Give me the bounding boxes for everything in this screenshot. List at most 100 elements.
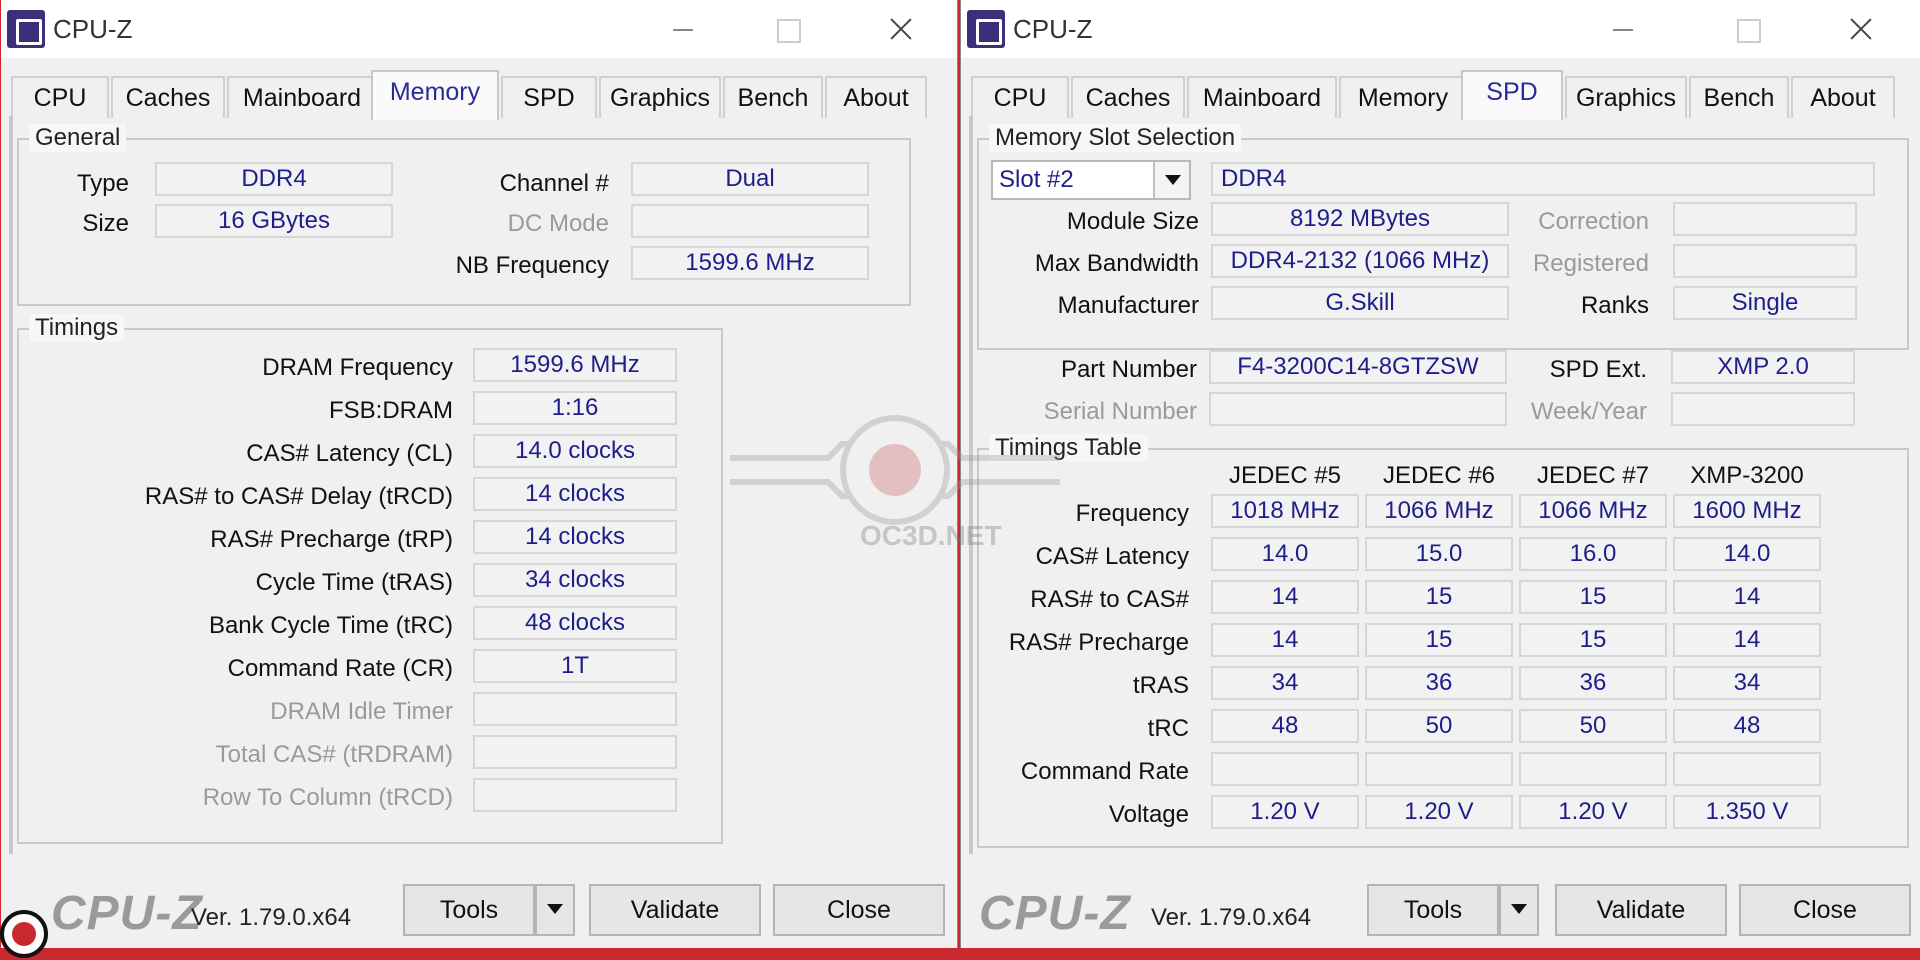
window-title: CPU-Z [53,14,133,44]
group-title-general: General [29,124,127,152]
validate-button[interactable]: Validate [1555,884,1727,936]
timings-cell: 1066 MHz [1519,494,1667,528]
maximize-icon[interactable] [1727,10,1767,48]
tab-caches[interactable]: Caches [1071,76,1185,118]
timing-label: DRAM Frequency [262,354,453,381]
timings-cell: 48 [1211,709,1359,743]
close-icon[interactable] [1841,10,1881,48]
timings-row-label: Voltage [1108,801,1189,828]
site-logo-icon [0,910,48,958]
timings-row-label: tRAS [1132,672,1189,699]
column-header: JEDEC #6 [1382,462,1496,489]
timings-cell: 14 [1673,580,1821,614]
tools-dropdown-icon[interactable] [1499,884,1539,936]
spd-ext-label: SPD Ext. [1549,356,1647,383]
tab-graphics[interactable]: Graphics [599,76,721,118]
timings-row-label: tRC [1147,715,1189,742]
timing-value: 34 clocks [473,563,677,597]
close-button[interactable]: Close [773,884,945,936]
timings-table-group: Timings Table JEDEC #5 JEDEC #6 JEDEC #7… [977,434,1909,848]
timings-cell [1365,752,1513,786]
minimize-icon[interactable] [663,10,703,48]
timing-value [473,692,677,726]
tab-mainboard[interactable]: Mainboard [227,76,377,118]
timing-value: 14.0 clocks [473,434,677,468]
tools-button[interactable]: Tools [1367,884,1499,936]
serial-number-label: Serial Number [1043,398,1197,425]
timings-cell: 48 [1673,709,1821,743]
tools-button[interactable]: Tools [403,884,535,936]
timing-label: CAS# Latency (CL) [246,440,453,467]
timing-value: 48 clocks [473,606,677,640]
tab-cpu[interactable]: CPU [971,76,1069,118]
timings-row-label: RAS# Precharge [1008,629,1189,656]
tab-spd[interactable]: SPD [501,76,597,118]
tab-about[interactable]: About [1791,76,1895,118]
tab-spd[interactable]: SPD [1461,70,1563,120]
part-number-value: F4-3200C14-8GTZSW [1209,350,1507,384]
validate-button[interactable]: Validate [589,884,761,936]
tab-cpu[interactable]: CPU [11,76,109,118]
spd-ext-value: XMP 2.0 [1671,350,1855,384]
close-button[interactable]: Close [1739,884,1911,936]
column-header: JEDEC #5 [1228,462,1342,489]
slot-selection-group: Memory Slot Selection Slot #2 DDR4 Modul… [977,124,1909,350]
nbfreq-value: 1599.6 MHz [631,246,869,280]
cpuz-window-spd: CPU-Z CPU Caches Mainboard Memory SPD Gr… [960,0,1920,948]
registered-label: Registered [1532,250,1649,277]
timings-cell: 15 [1519,623,1667,657]
timing-label: RAS# Precharge (tRP) [210,526,453,553]
timings-cell [1519,752,1667,786]
tab-memory[interactable]: Memory [1339,76,1467,118]
size-value: 16 GBytes [155,204,393,238]
timings-cell [1673,752,1821,786]
spd-panel: Memory Slot Selection Slot #2 DDR4 Modul… [969,116,1909,854]
title-bar[interactable]: CPU-Z [961,0,1920,58]
group-title-slot-selection: Memory Slot Selection [989,124,1242,152]
part-number-label: Part Number [1060,356,1197,383]
version-text: Ver. 1.79.0.x64 [191,904,352,931]
channel-value: Dual [631,162,869,196]
chevron-down-icon[interactable] [1153,162,1189,198]
memory-type-value: DDR4 [1211,162,1875,196]
timings-cell: 1.20 V [1365,795,1513,829]
ranks-value: Single [1673,286,1857,320]
timings-group: Timings DRAM Frequency 1599.6 MHz FSB:DR… [17,314,723,844]
timings-cell: 36 [1519,666,1667,700]
close-icon[interactable] [881,10,921,48]
slot-select-value: Slot #2 [999,166,1074,193]
timing-value: 1599.6 MHz [473,348,677,382]
timing-value: 1T [473,649,677,683]
slot-select[interactable]: Slot #2 [991,160,1191,200]
channel-label: Channel # [499,170,609,197]
module-size-value: 8192 MBytes [1211,202,1509,236]
type-label: Type [76,170,129,197]
tools-dropdown-icon[interactable] [535,884,575,936]
title-bar[interactable]: CPU-Z [1,0,957,58]
timings-cell: 1.350 V [1673,795,1821,829]
timings-cell: 15 [1365,580,1513,614]
max-bandwidth-value: DDR4-2132 (1066 MHz) [1211,244,1509,278]
tab-about[interactable]: About [825,76,927,118]
tab-graphics[interactable]: Graphics [1565,76,1687,118]
column-header: XMP-3200 [1690,462,1804,489]
tab-mainboard[interactable]: Mainboard [1187,76,1337,118]
tab-bench[interactable]: Bench [1689,76,1789,118]
timings-cell: 34 [1673,666,1821,700]
timings-cell: 34 [1211,666,1359,700]
timings-cell: 15 [1519,580,1667,614]
nbfreq-label: NB Frequency [455,252,609,279]
timings-cell: 15.0 [1365,537,1513,571]
minimize-icon[interactable] [1603,10,1643,48]
cpuz-app-icon [967,10,1005,48]
tab-caches[interactable]: Caches [111,76,225,118]
tab-memory[interactable]: Memory [371,70,499,120]
correction-label: Correction [1538,208,1649,235]
maximize-icon[interactable] [767,10,807,48]
tab-bench[interactable]: Bench [723,76,823,118]
timing-value [473,778,677,812]
serial-number-value [1209,392,1507,426]
timings-cell: 16.0 [1519,537,1667,571]
timings-cell: 14 [1211,580,1359,614]
timings-cell: 14 [1211,623,1359,657]
